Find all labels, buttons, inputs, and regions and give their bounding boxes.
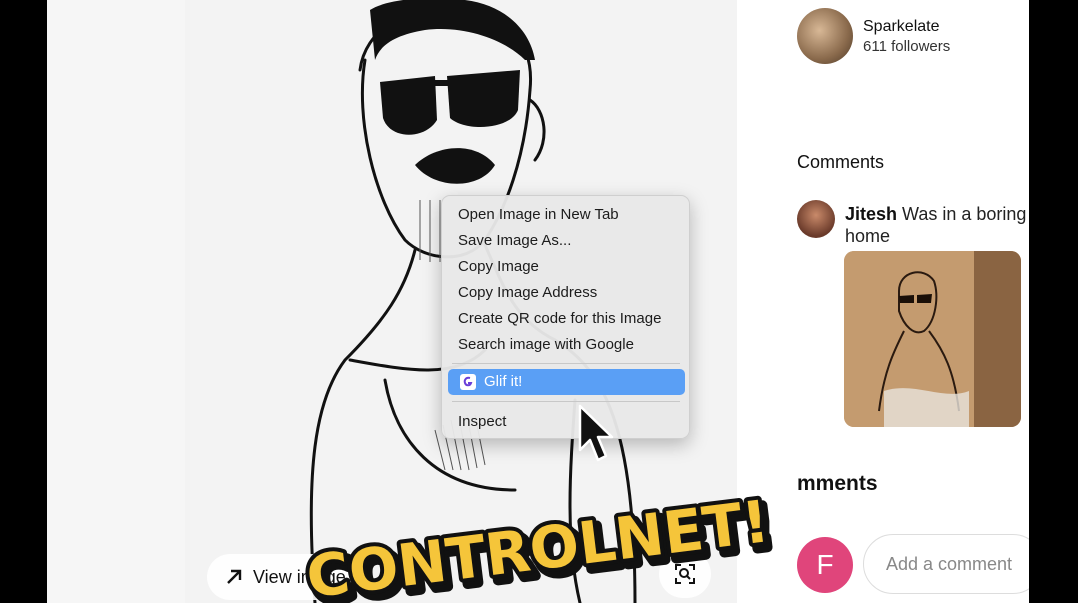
menu-copy-image[interactable]: Copy Image [458,256,539,278]
comment-photo[interactable] [844,251,1021,427]
comment-input[interactable]: Add a comment [863,534,1029,594]
author-name[interactable]: Sparkelate [863,18,940,36]
overlay-caption: CONTROLNET! CONTROLNET! CONTROLNET! [299,483,860,603]
menu-inspect[interactable]: Inspect [458,411,506,433]
comment-text-line2: home [845,226,891,246]
menu-open-image-new-tab[interactable]: Open Image in New Tab [458,204,619,226]
context-menu: Open Image in New Tab Save Image As... C… [441,195,690,439]
comment-body: Jitesh Was in a boring home [845,203,1029,247]
menu-search-image-google[interactable]: Search image with Google [458,334,634,356]
commenter-avatar[interactable] [797,200,835,238]
commenter-name[interactable]: Jitesh [845,204,897,224]
menu-save-image-as[interactable]: Save Image As... [458,230,571,252]
mouse-cursor-icon [578,404,614,467]
menu-glif-it-label: Glif it! [484,373,523,390]
comment-photo-sketch [844,251,1021,427]
menu-separator [452,401,680,402]
menu-separator [452,363,680,364]
comment-text: Was in a boring [902,204,1027,224]
author-avatar[interactable] [797,8,853,64]
menu-create-qr-code[interactable]: Create QR code for this Image [458,308,661,330]
left-gutter [47,0,185,603]
controlnet-caption-svg: CONTROLNET! CONTROLNET! CONTROLNET! [299,483,783,603]
menu-copy-image-address[interactable]: Copy Image Address [458,282,597,304]
comments-heading: Comments [797,152,885,172]
glif-icon [460,374,476,390]
follower-count: 611 followers [863,38,951,55]
arrow-up-right-icon [227,569,242,584]
